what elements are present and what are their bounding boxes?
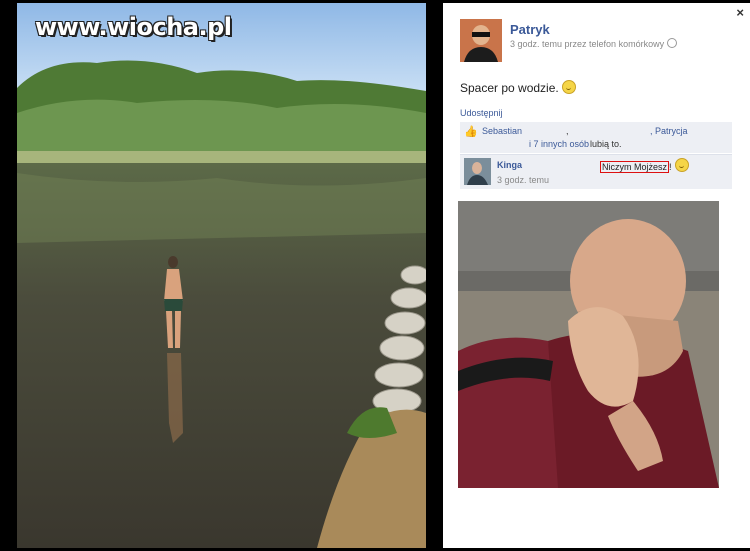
comment-text: Niczym Mojżesz! bbox=[600, 158, 689, 173]
comment-author[interactable]: Kinga bbox=[497, 160, 522, 170]
main-photo[interactable]: www.wiocha.pl bbox=[17, 3, 426, 548]
post-panel: × Patryk 3 godz. temu przez telefon komó… bbox=[443, 3, 750, 548]
likes-bar: 👍 Sebastian , , Patrycja i 7 innych osób… bbox=[460, 122, 732, 153]
like-others-link[interactable]: i 7 innych osób bbox=[529, 139, 589, 149]
facepalm-image[interactable] bbox=[458, 201, 719, 488]
comment-suffix: ! bbox=[669, 162, 672, 172]
post-status: Spacer po wodzie. bbox=[460, 80, 576, 95]
close-icon[interactable]: × bbox=[736, 5, 744, 20]
like-separator: , bbox=[566, 126, 569, 136]
like-name-sebastian[interactable]: Sebastian bbox=[482, 126, 522, 136]
watermark: www.wiocha.pl bbox=[35, 13, 232, 41]
share-link[interactable]: Udostępnij bbox=[460, 108, 503, 118]
smiley-icon bbox=[561, 80, 576, 94]
globe-icon bbox=[667, 38, 678, 48]
comment-highlight: Niczym Mojżesz bbox=[600, 161, 670, 173]
comment-item: Kinga Niczym Mojżesz! 3 godz. temu bbox=[460, 154, 732, 189]
status-text: Spacer po wodzie. bbox=[460, 81, 559, 95]
author-avatar[interactable] bbox=[460, 19, 502, 62]
comment-time: 3 godz. temu bbox=[497, 175, 550, 185]
post-meta-text: 3 godz. temu przez telefon komórkowy bbox=[510, 39, 665, 49]
comment-avatar[interactable] bbox=[464, 158, 491, 185]
river-photo-illustration bbox=[17, 3, 426, 548]
likes-suffix: lubią to. bbox=[590, 139, 622, 149]
like-thumb-icon: 👍 bbox=[464, 126, 478, 138]
like-name-patrycja[interactable]: , Patrycja bbox=[650, 126, 688, 136]
author-name[interactable]: Patryk bbox=[510, 22, 550, 37]
comment-smiley-icon bbox=[674, 158, 689, 172]
post-meta: 3 godz. temu przez telefon komórkowy bbox=[510, 38, 678, 49]
